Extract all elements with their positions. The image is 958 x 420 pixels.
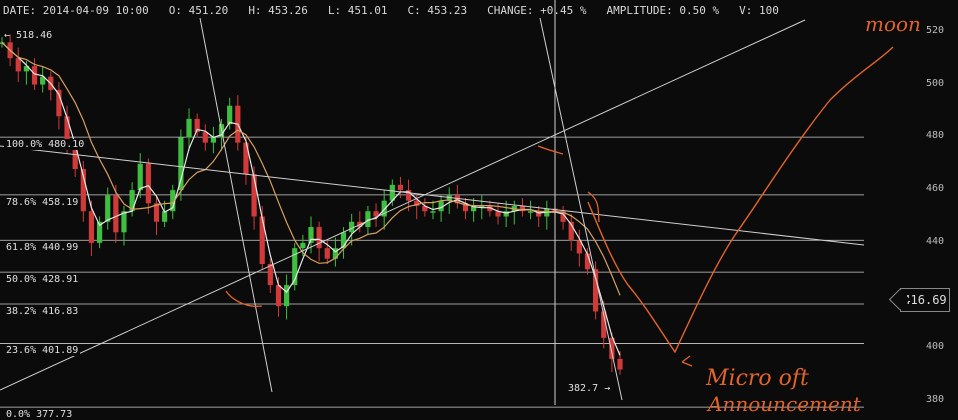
candle-body (162, 211, 168, 222)
amplitude-readout: AMPLITUDE: 0.50 % (606, 4, 720, 17)
candle-body (527, 211, 534, 213)
candle-body (105, 195, 111, 222)
low-readout: L: 451.01 (327, 4, 388, 17)
handwritten-note-line1: Micro oft (706, 366, 809, 391)
candle-body (186, 118, 192, 138)
ohlc-info-bar: DATE: 2014-04-09 10:00 O: 451.20 H: 453.… (3, 4, 799, 20)
y-tick-label: 520 (925, 24, 944, 36)
projection-curve (587, 46, 894, 354)
fib-label: 100.0% 480.10 (4, 139, 87, 151)
candle-body (300, 242, 306, 249)
candle-body (210, 137, 217, 143)
volume-readout: V: 100 (739, 4, 779, 17)
candle-body (113, 195, 119, 233)
handwritten-note-line2: Announcement (708, 392, 861, 416)
fib-label: 50.0% 428.91 (4, 274, 81, 286)
date-readout: DATE: 2014-04-09 10:00 (3, 4, 149, 17)
fib-label: 61.8% 440.99 (4, 242, 81, 254)
candle-body (316, 227, 322, 249)
slow-moving-average (1, 41, 621, 296)
candle-body (275, 285, 282, 307)
change-readout: CHANGE: +0.45 % (487, 4, 587, 17)
high-marker-label: ← 518.46 (4, 30, 53, 41)
moving-averages (1, 41, 621, 356)
current-price-tag: 416.69 (900, 288, 950, 312)
fast-moving-average (1, 41, 621, 356)
hand-drawn-projection (225, 46, 894, 367)
fib-label: 0.0% 377.73 (4, 409, 75, 420)
arrow-head (681, 355, 693, 367)
candle-body (227, 105, 233, 125)
candle-body (178, 137, 184, 191)
y-tick-label: 440 (925, 235, 944, 247)
candle-body (15, 58, 21, 72)
trend-line (0, 19, 806, 391)
y-tick-label: 400 (925, 341, 944, 353)
candle-body (617, 358, 623, 370)
y-tick-label: 500 (925, 77, 944, 89)
candle-body (145, 163, 151, 204)
fib-label: 38.2% 416.83 (4, 306, 81, 317)
low-marker-label: 382.7 → (568, 383, 611, 394)
candle-body (259, 216, 265, 264)
trend-line (199, 17, 273, 393)
y-tick-label: 480 (925, 130, 944, 142)
candle-body (324, 248, 330, 259)
fib-label: 78.6% 458.19 (4, 196, 81, 208)
close-readout: C: 453.23 (407, 4, 468, 17)
candle-body (430, 211, 436, 213)
candle-body (137, 163, 143, 191)
fib-label: 23.6% 401.89 (4, 345, 81, 357)
hand-stroke (537, 145, 564, 155)
high-readout: H: 453.26 (248, 4, 308, 17)
y-tick-label: 460 (925, 183, 944, 195)
y-tick-label: 380 (925, 394, 944, 406)
candle-body (202, 132, 208, 143)
candle-body (267, 263, 273, 286)
candle-body (88, 211, 95, 243)
price-chart[interactable] (0, 0, 958, 419)
candlesticks (0, 34, 623, 375)
open-readout: O: 451.20 (168, 4, 229, 17)
candle-body (31, 66, 38, 85)
handwritten-moon: moon (865, 12, 921, 36)
candle-body (397, 184, 404, 191)
